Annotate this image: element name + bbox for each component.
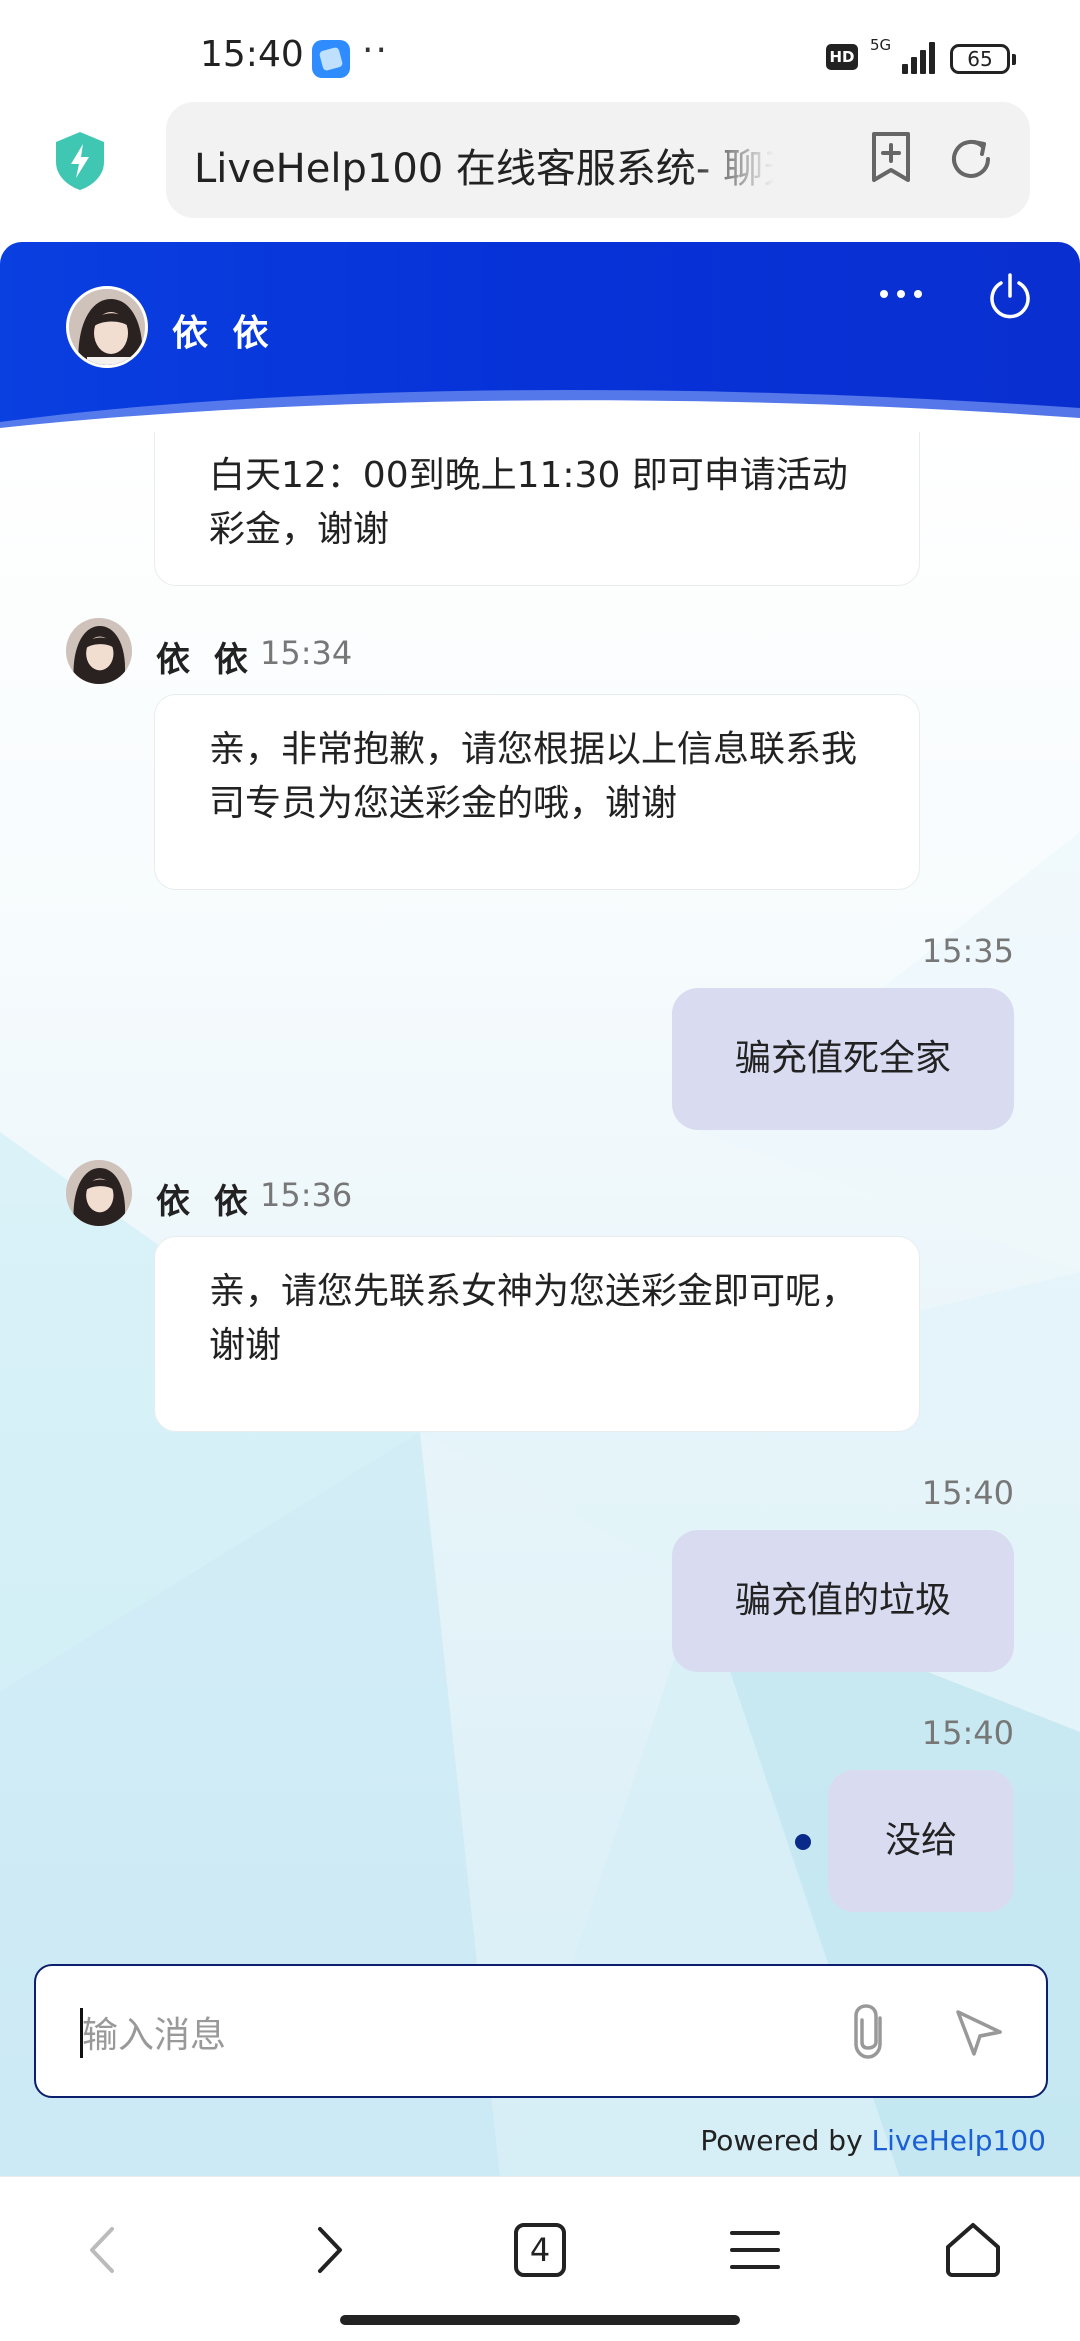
address-bar[interactable]: LiveHelp100 在线客服系统- 聊天 xyxy=(166,102,1030,218)
menu-icon[interactable] xyxy=(720,2215,790,2285)
status-time: 15:40 xyxy=(200,34,304,75)
message-text: 骗充值的垃圾 xyxy=(734,1580,951,1621)
battery-icon: 65 xyxy=(950,44,1016,74)
message-text: 亲，请您先联系女神为您送彩金即可呢，谢谢 xyxy=(209,1271,858,1366)
agent-avatar xyxy=(66,286,148,368)
unread-indicator xyxy=(795,1834,811,1850)
network-type: 5G xyxy=(870,36,892,54)
agent-avatar xyxy=(66,1160,132,1226)
forward-icon[interactable] xyxy=(292,2215,362,2285)
app-notification-icon xyxy=(312,40,350,78)
add-bookmark-icon[interactable] xyxy=(866,130,916,186)
text-caret xyxy=(80,2008,83,2058)
more-options-icon[interactable] xyxy=(878,286,924,302)
powered-by: Powered by LiveHelp100 xyxy=(700,2124,1046,2157)
message-time: 15:35 xyxy=(921,932,1014,970)
message-input[interactable]: 输入消息 xyxy=(34,1964,1048,2098)
message-time: 15:34 xyxy=(260,634,353,672)
tabs-button[interactable]: 4 xyxy=(505,2215,575,2285)
hd-badge: HD xyxy=(826,44,858,70)
powered-by-prefix: Powered by xyxy=(700,2124,872,2157)
message-input-placeholder[interactable]: 输入消息 xyxy=(82,2006,226,2058)
agent-name: 依 依 xyxy=(156,1182,254,1222)
status-bar: 15:40 ·· HD 5G 65 xyxy=(0,0,1080,100)
message-text: 亲，非常抱歉，请您根据以上信息联系我司专员为您送彩金的哦，谢谢 xyxy=(209,729,858,824)
message-text: 骗充值死全家 xyxy=(734,1038,951,1079)
agent-name: 依 依 xyxy=(156,640,254,680)
home-indicator[interactable] xyxy=(340,2315,740,2325)
message-text: 没给 xyxy=(884,1820,957,1861)
brand-link[interactable]: LiveHelp100 xyxy=(872,2124,1046,2157)
home-icon[interactable] xyxy=(938,2215,1008,2285)
page-title[interactable]: LiveHelp100 在线客服系统- 聊天 xyxy=(194,136,774,194)
signal-icon xyxy=(902,40,940,74)
attachment-paperclip-icon[interactable] xyxy=(844,2002,900,2062)
more-notifications-indicator: ·· xyxy=(362,30,389,71)
agent-message: 亲，请您先联系女神为您送彩金即可呢，谢谢 xyxy=(154,1236,920,1432)
browser-toolbar: LiveHelp100 在线客服系统- 聊天 xyxy=(0,100,1080,240)
message-time: 15:40 xyxy=(921,1714,1014,1752)
reload-icon[interactable] xyxy=(944,132,998,186)
message-time: 15:40 xyxy=(921,1474,1014,1512)
user-message: 没给 xyxy=(828,1770,1014,1912)
browser-bottom-nav: 4 xyxy=(0,2176,1080,2341)
agent-avatar xyxy=(66,618,132,684)
chat-agent-name: 依 依 xyxy=(172,313,275,354)
end-chat-power-icon[interactable] xyxy=(986,272,1034,320)
agent-message: 白天12：00到晚上11:30 即可申请活动彩金，谢谢 xyxy=(154,432,920,586)
header-wave-decoration xyxy=(0,389,1080,432)
chat-header: 依 依 xyxy=(0,242,1080,432)
user-message: 骗充值死全家 xyxy=(672,988,1014,1130)
agent-message: 亲，非常抱歉，请您根据以上信息联系我司专员为您送彩金的哦，谢谢 xyxy=(154,694,920,890)
back-icon[interactable] xyxy=(70,2215,140,2285)
send-icon[interactable] xyxy=(952,2006,1006,2060)
tabs-count: 4 xyxy=(529,2231,551,2269)
security-shield-icon[interactable] xyxy=(52,130,108,192)
message-list[interactable]: 白天12：00到晚上11:30 即可申请活动彩金，谢谢 依 依 15:34 亲，… xyxy=(0,432,1080,2178)
message-time: 15:36 xyxy=(260,1176,353,1214)
user-message: 骗充值的垃圾 xyxy=(672,1530,1014,1672)
message-text: 白天12：00到晚上11:30 即可申请活动彩金，谢谢 xyxy=(209,455,848,550)
